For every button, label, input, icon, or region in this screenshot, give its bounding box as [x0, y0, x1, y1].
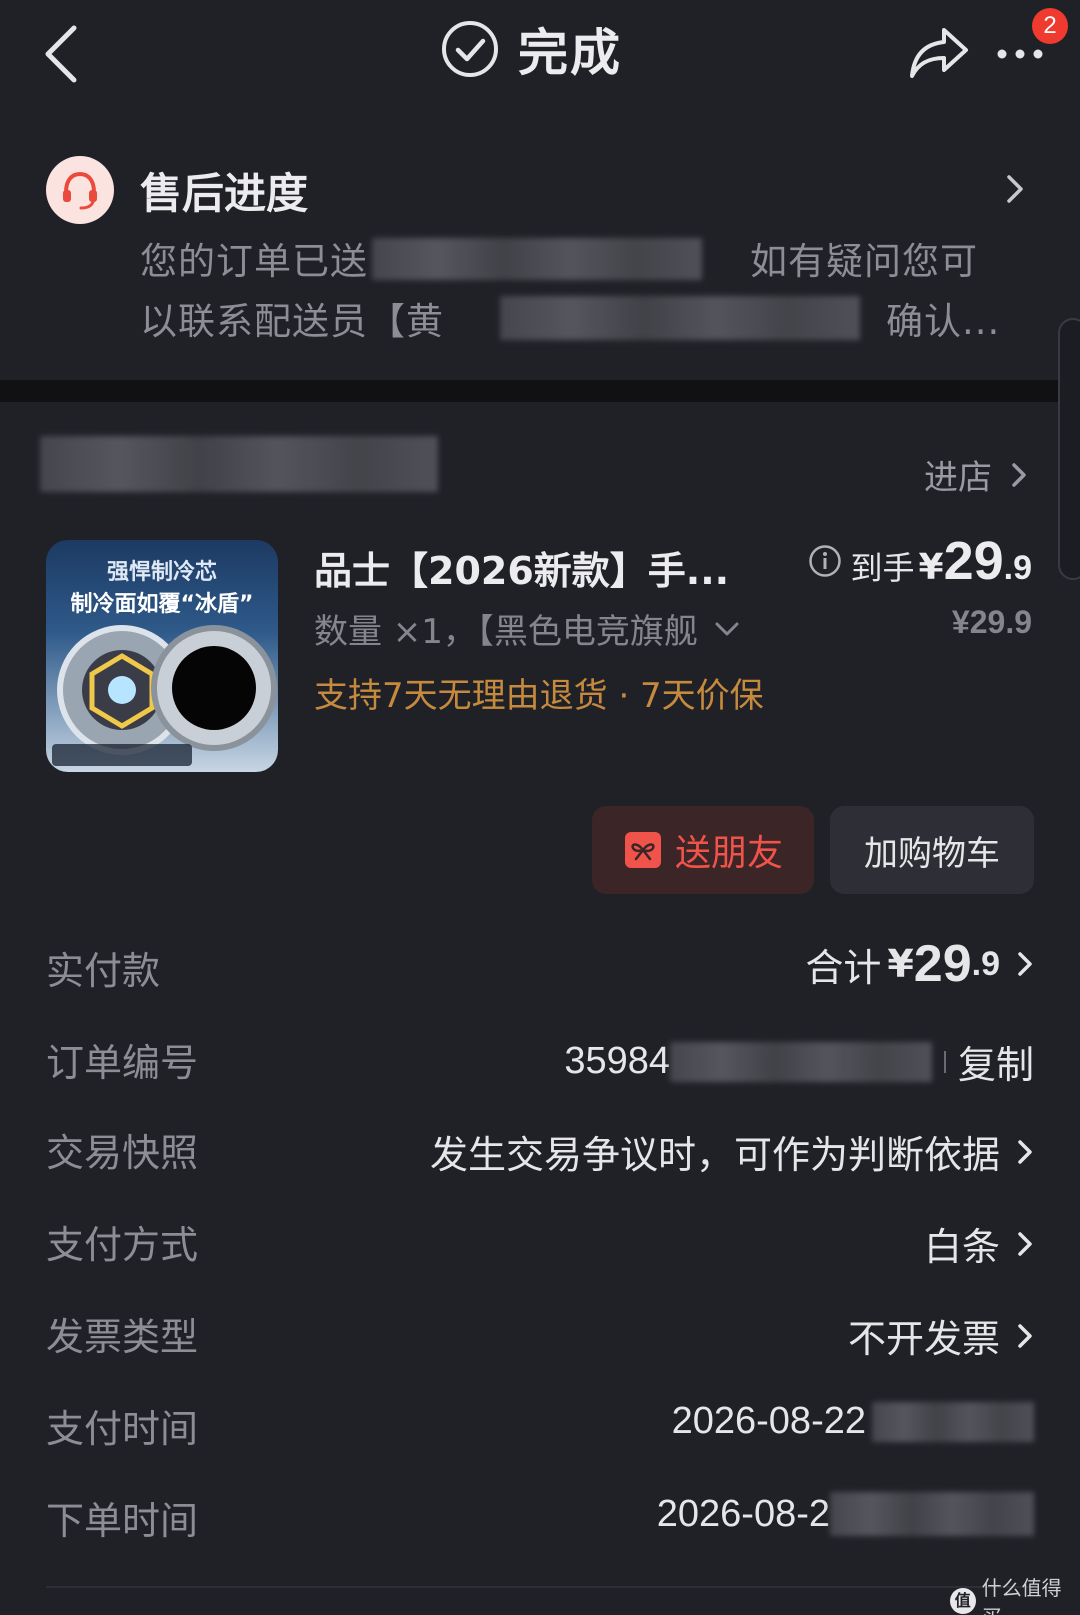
redacted-order-number [669, 1041, 932, 1082]
aftersale-desc-line1-end: 如有疑问您可 [750, 240, 978, 283]
chevron-right-icon [1018, 1139, 1032, 1164]
order-time-label: 下单时间 [46, 1499, 199, 1543]
payment-method-text: 白条 [923, 1225, 1000, 1269]
share-icon[interactable] [908, 24, 970, 80]
invoice-type-label: 发票类型 [46, 1315, 199, 1359]
pay-time-redacted-slot [866, 1401, 1034, 1442]
chevron-right-icon [1018, 1323, 1032, 1348]
product-spec[interactable]: 数量 ×1，【黑色电竞旗舰 [314, 604, 740, 653]
copy-button[interactable]: 复制 [958, 1034, 1034, 1089]
invoice-type-text: 不开发票 [847, 1317, 1000, 1361]
price-integer: 29 [943, 531, 1004, 591]
enter-store-label: 进店 [924, 458, 992, 498]
pay-time-value: 2026-08-22 [672, 1400, 1034, 1443]
aftersale-desc-line2-end: 确认... [886, 300, 1001, 343]
add-to-cart-button[interactable]: 加购物车 [830, 806, 1034, 894]
paid-label: 实付款 [46, 949, 161, 993]
top-bar: 完成 2 [0, 0, 1080, 110]
send-friend-button[interactable]: 送朋友 [592, 806, 814, 894]
customer-service-icon [46, 156, 114, 224]
paid-currency: ¥ [887, 942, 914, 986]
page-title: 完成 [518, 24, 622, 82]
order-number-value: 35984 复制 [564, 1034, 1034, 1089]
original-price: ¥29.9 [951, 604, 1032, 640]
copy-separator [943, 1050, 946, 1073]
pay-time-label: 支付时间 [46, 1407, 199, 1451]
watermark-icon: 值 [950, 1588, 976, 1614]
chevron-right-icon [1018, 952, 1032, 976]
redacted-order-time [830, 1492, 1034, 1536]
notification-badge: 2 [1032, 8, 1068, 44]
order-time-redacted-slot [830, 1492, 1034, 1536]
check-circle-icon [442, 21, 498, 77]
snapshot-label: 交易快照 [46, 1131, 199, 1175]
snapshot-row[interactable]: 交易快照 发生交易争议时，可作为判断依据 [0, 1112, 1080, 1192]
watermark: 值 什么值得买 [950, 1572, 1080, 1615]
paid-value: 合计 ¥ 29 .9 [805, 934, 1034, 994]
order-time-row: 下单时间 2026-08-2 [0, 1480, 1080, 1560]
store-row[interactable]: 进店 [0, 410, 1080, 530]
snapshot-value: 发生交易争议时，可作为判断依据 [430, 1124, 1034, 1179]
product-promo: 支持7天无理由退货 · 7天价保 [314, 676, 764, 716]
chevron-right-icon [1018, 1231, 1032, 1256]
chevron-right-icon [1007, 175, 1023, 203]
paid-integer: 29 [913, 935, 972, 993]
product-fan-illustration [52, 625, 277, 766]
info-icon[interactable] [808, 544, 842, 578]
aftersale-progress-card[interactable]: 售后进度 您的订单已送 如有疑问您可 以联系配送员【黄 确认... [0, 120, 1080, 382]
order-number-label: 订单编号 [46, 1041, 199, 1085]
snapshot-text: 发生交易争议时，可作为判断依据 [429, 1133, 1000, 1177]
paid-amount-row[interactable]: 实付款 合计 ¥ 29 .9 [0, 930, 1080, 1010]
aftersale-title: 售后进度 [140, 169, 309, 218]
product-image[interactable]: 强悍制冷芯 制冷面如覆“冰盾” [46, 540, 278, 772]
order-time-visible: 2026-08-2 [656, 1492, 830, 1535]
section-divider [0, 380, 1080, 402]
aftersale-desc-line2-start: 以联系配送员【黄 [140, 300, 444, 343]
invoice-type-value: 不开发票 [848, 1308, 1034, 1363]
redacted-store-name [40, 436, 438, 492]
product-spec-text: 数量 ×1，【黑色电竞旗舰 [314, 612, 698, 652]
order-number-row: 订单编号 35984 复制 [0, 1022, 1080, 1102]
product-image-text-1: 强悍制冷芯 [106, 560, 217, 585]
pay-time-visible: 2026-08-22 [671, 1400, 866, 1442]
payment-method-value: 白条 [924, 1216, 1034, 1271]
final-price: 到手 ¥ 29 .9 [808, 530, 1032, 592]
order-number-visible: 35984 [564, 1040, 670, 1082]
product-title[interactable]: 品士【2026新款】手... [314, 540, 729, 595]
chevron-right-icon [1012, 462, 1026, 487]
chevron-down-icon [715, 622, 739, 635]
bottom-divider [46, 1586, 1034, 1588]
redacted-pay-time [872, 1401, 1034, 1442]
page-title-wrap: 完成 [440, 14, 622, 84]
invoice-type-row[interactable]: 发票类型 不开发票 [0, 1296, 1080, 1376]
order-time-value: 2026-08-2 [657, 1492, 1034, 1536]
send-friend-label: 送朋友 [674, 833, 783, 874]
payment-method-label: 支付方式 [46, 1223, 199, 1267]
back-icon[interactable] [40, 22, 84, 86]
product-image-text-2: 制冷面如覆“冰盾” [70, 592, 254, 617]
redacted-address [372, 238, 702, 280]
pay-time-row: 支付时间 2026-08-22 [0, 1388, 1080, 1468]
enter-store-link[interactable]: 进店 [924, 450, 1028, 499]
price-currency: ¥ [918, 547, 944, 588]
price-decimal: .9 [1003, 549, 1032, 587]
order-number-redacted-slot [669, 1041, 932, 1082]
watermark-text: 什么值得买 [981, 1576, 1062, 1615]
redacted-courier [500, 296, 860, 340]
paid-prefix: 合计 [805, 945, 882, 990]
aftersale-desc-line1-start: 您的订单已送 [140, 240, 368, 283]
price-label: 到手 [850, 549, 915, 587]
paid-decimal: .9 [971, 944, 1000, 983]
payment-method-row[interactable]: 支付方式 白条 [0, 1204, 1080, 1284]
gift-icon [624, 832, 661, 868]
